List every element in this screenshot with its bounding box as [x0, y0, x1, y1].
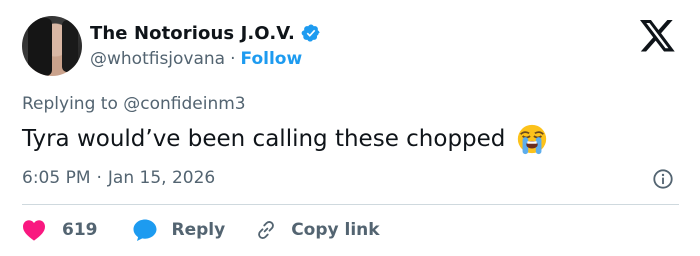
author-handle-row: @whotfisjovana · Follow	[90, 48, 302, 70]
follow-button[interactable]: Follow	[241, 49, 303, 69]
post-date: Jan 15, 2026	[107, 168, 216, 188]
action-bar: 619 Reply Copy link	[22, 217, 380, 243]
post-text-row: Tyra would’ve been calling these chopped	[22, 122, 549, 156]
x-logo-icon[interactable]	[640, 20, 676, 53]
link-icon	[258, 221, 275, 239]
loudly-crying-face-icon	[518, 124, 547, 155]
post-timestamp[interactable]: 6:05 PM · Jan 15, 2026	[22, 168, 215, 188]
info-icon[interactable]	[652, 168, 674, 190]
post-text: Tyra would’ve been calling these chopped	[22, 126, 506, 152]
reply-button[interactable]: Reply	[132, 218, 226, 242]
reply-label: Reply	[171, 220, 226, 240]
copy-link-label: Copy link	[291, 220, 380, 240]
meta-separator: ·	[96, 168, 102, 188]
avatar-hair-right	[62, 20, 78, 72]
avatar-hair-left	[28, 18, 52, 76]
like-count: 619	[62, 220, 98, 240]
copy-link-button[interactable]: Copy link	[255, 219, 380, 241]
embedded-post-card: The Notorious J.O.V. @whotfisjovana · Fo…	[0, 0, 700, 256]
like-button[interactable]: 619	[22, 219, 98, 241]
author-display-name[interactable]: The Notorious J.O.V.	[90, 23, 295, 44]
author-name-row: The Notorious J.O.V.	[90, 22, 321, 44]
heart-icon	[23, 220, 45, 241]
avatar[interactable]	[22, 16, 82, 76]
post-time: 6:05 PM	[22, 168, 91, 188]
reply-bubble-icon	[133, 219, 156, 241]
handle-separator: ·	[230, 49, 236, 69]
author-handle[interactable]: @whotfisjovana	[90, 49, 225, 69]
replying-to-text[interactable]: Replying to @confideinm3	[22, 94, 246, 114]
verified-badge-icon	[301, 24, 320, 42]
divider	[22, 204, 679, 205]
